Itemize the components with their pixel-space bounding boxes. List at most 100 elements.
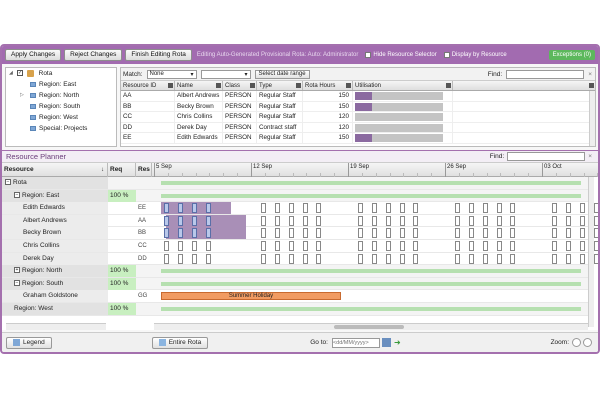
match-select[interactable]: None ▾ <box>146 69 197 79</box>
scroll-thumb[interactable] <box>334 325 404 329</box>
checkbox-icon[interactable] <box>365 52 372 58</box>
shift-slot[interactable] <box>496 241 502 251</box>
shift-slot[interactable] <box>302 228 308 239</box>
resource-find-input[interactable] <box>506 69 585 79</box>
shift-slot[interactable] <box>288 215 294 226</box>
shift-slot[interactable] <box>358 253 363 264</box>
resource-row[interactable]: Albert Andrews AA <box>2 214 598 228</box>
filter-icon[interactable] <box>296 83 301 88</box>
resource-row[interactable]: Becky Brown BB <box>2 227 598 240</box>
gantt-lane[interactable] <box>154 227 598 240</box>
collapse-icon[interactable]: − <box>5 179 11 186</box>
shift-slot[interactable] <box>510 228 516 239</box>
zoom-in-icon[interactable] <box>572 338 581 347</box>
shift-slot[interactable] <box>177 228 183 239</box>
shift-slot[interactable] <box>413 203 419 214</box>
shift-slot[interactable] <box>413 253 419 264</box>
group-row[interactable]: − Region: East 100 % <box>2 189 588 203</box>
shift-slot[interactable] <box>274 241 280 251</box>
sort-icon[interactable]: ↓ <box>101 163 104 177</box>
shift-slot[interactable] <box>164 241 169 251</box>
shift-slot[interactable] <box>358 241 363 251</box>
shift-slot[interactable] <box>288 203 294 214</box>
expand-arrow-icon[interactable]: ▷ <box>20 90 24 101</box>
shift-slot[interactable] <box>482 203 488 214</box>
shift-slot[interactable] <box>205 203 211 214</box>
shift-slot[interactable] <box>385 215 391 226</box>
goto-date-input[interactable] <box>331 337 380 348</box>
col-resource-header[interactable]: Resource ↓ <box>2 163 108 177</box>
shift-slot[interactable] <box>482 253 488 264</box>
checkbox-checked-icon[interactable]: ✓ <box>17 70 23 77</box>
shift-slot[interactable] <box>455 203 460 214</box>
shift-slot[interactable] <box>455 241 460 251</box>
select-date-range-button[interactable]: Select date range <box>254 69 310 79</box>
shift-slot[interactable] <box>316 228 322 239</box>
shift-slot[interactable] <box>205 215 211 226</box>
group-row[interactable]: + Region: North 100 % <box>2 265 588 278</box>
shift-slot[interactable] <box>164 228 169 239</box>
shift-slot[interactable] <box>482 241 488 251</box>
shift-slot[interactable] <box>399 241 405 251</box>
shift-slot[interactable] <box>164 253 169 264</box>
shift-slot[interactable] <box>177 203 183 214</box>
shift-slot[interactable] <box>510 253 516 264</box>
table-row[interactable]: EE Edith Edwards PERSON Regular Staff 150 <box>121 133 595 144</box>
shift-slot[interactable] <box>274 215 280 226</box>
shift-slot[interactable] <box>191 215 197 226</box>
gantt-lane[interactable] <box>154 202 598 215</box>
gantt-lane[interactable] <box>154 265 588 277</box>
resource-row[interactable]: Derek Day DD <box>2 252 598 266</box>
gantt-lane[interactable] <box>154 278 588 290</box>
shift-slot[interactable] <box>565 203 571 214</box>
display-by-resource-checkbox[interactable]: Display by Resource <box>443 52 507 58</box>
shift-slot[interactable] <box>399 253 405 264</box>
col-utilisation[interactable]: Utilisation <box>353 81 453 90</box>
gantt-lane[interactable] <box>154 190 588 202</box>
shift-slot[interactable] <box>261 228 266 239</box>
shift-slot[interactable] <box>177 253 183 264</box>
shift-slot[interactable] <box>413 228 419 239</box>
shift-slot[interactable] <box>593 228 598 239</box>
shift-slot[interactable] <box>565 253 571 264</box>
table-row[interactable]: BB Becky Brown PERSON Regular Staff 150 <box>121 101 595 112</box>
shift-slot[interactable] <box>565 228 571 239</box>
hide-resource-selector-checkbox[interactable]: Hide Resource Selector <box>365 52 437 58</box>
tree-item[interactable]: Region: West <box>6 112 116 123</box>
shift-slot[interactable] <box>579 215 585 226</box>
legend-button[interactable]: Legend <box>6 336 52 349</box>
shift-slot[interactable] <box>482 215 488 226</box>
clear-find-icon[interactable]: × <box>588 153 592 160</box>
shift-slot[interactable] <box>385 203 391 214</box>
shift-slot[interactable] <box>579 203 585 214</box>
entire-rota-button[interactable]: Entire Rota <box>151 336 209 349</box>
gantt-lane[interactable] <box>154 214 598 227</box>
shift-slot[interactable] <box>455 215 460 226</box>
clear-find-icon[interactable]: × <box>588 71 592 78</box>
col-resource-id[interactable]: Resource ID <box>121 81 175 90</box>
shift-slot[interactable] <box>164 203 169 214</box>
gantt-lane[interactable] <box>154 177 588 189</box>
filter-icon[interactable] <box>446 83 451 88</box>
shift-slot[interactable] <box>565 215 571 226</box>
gantt-lane[interactable]: Summer Holiday <box>154 290 588 302</box>
shift-slot[interactable] <box>552 203 557 214</box>
filter-icon[interactable] <box>216 83 221 88</box>
reject-changes-button[interactable]: Reject Changes <box>64 49 123 61</box>
shift-slot[interactable] <box>593 253 598 264</box>
shift-slot[interactable] <box>496 228 502 239</box>
collapse-icon[interactable]: − <box>14 191 20 198</box>
shift-slot[interactable] <box>399 203 405 214</box>
col-type[interactable]: Type <box>257 81 303 90</box>
shift-slot[interactable] <box>274 228 280 239</box>
shift-slot[interactable] <box>385 241 391 251</box>
shift-slot[interactable] <box>579 253 585 264</box>
col-class[interactable]: Class <box>223 81 257 90</box>
shift-slot[interactable] <box>261 241 266 251</box>
gantt-lane[interactable] <box>154 253 598 265</box>
shift-slot[interactable] <box>399 228 405 239</box>
planner-find-input[interactable] <box>507 152 586 161</box>
shift-slot[interactable] <box>413 215 419 226</box>
collapse-icon[interactable]: − <box>14 280 20 287</box>
shift-slot[interactable] <box>468 228 474 239</box>
